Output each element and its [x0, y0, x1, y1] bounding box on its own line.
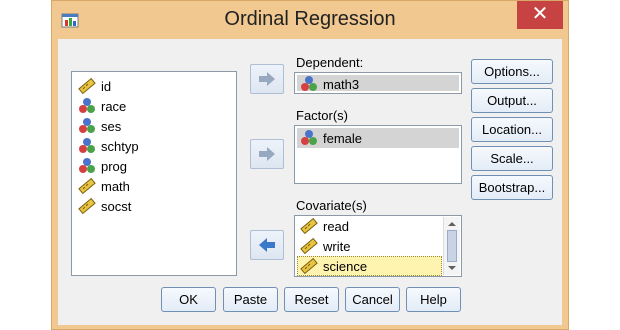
source-variable-item[interactable]: math: [78, 176, 130, 196]
covariate-item-label: read: [323, 218, 350, 234]
nominal-balls-icon: [78, 97, 96, 115]
dialog-window: Ordinal Regression ✕ id race ses schtyp prog…: [51, 0, 569, 330]
covariate-item[interactable]: science: [300, 256, 367, 276]
scroll-up-icon[interactable]: [444, 218, 460, 230]
dependent-field[interactable]: math3: [294, 72, 462, 94]
location-button[interactable]: Location...: [471, 117, 553, 142]
source-variable-item[interactable]: id: [78, 76, 111, 96]
scale-button[interactable]: Scale...: [471, 146, 553, 171]
source-variable-item[interactable]: schtyp: [78, 136, 139, 156]
dependent-value: math3: [323, 76, 360, 92]
source-variable-label: id: [101, 78, 112, 94]
arrow-left-icon: [259, 238, 275, 252]
scale-ruler-icon: [78, 177, 96, 195]
factors-list[interactable]: female: [294, 125, 462, 184]
nominal-balls-icon: [300, 129, 318, 147]
nominal-balls-icon: [78, 137, 96, 155]
move-to-factor-button[interactable]: [250, 139, 284, 169]
bootstrap-button[interactable]: Bootstrap...: [471, 175, 553, 200]
scroll-thumb[interactable]: [447, 230, 457, 262]
covariate-item[interactable]: write: [300, 236, 350, 256]
nominal-balls-icon: [78, 157, 96, 175]
close-button[interactable]: ✕: [517, 1, 563, 29]
source-variable-label: math: [101, 178, 130, 194]
help-button[interactable]: Help: [406, 287, 461, 312]
factor-item[interactable]: female: [300, 128, 362, 148]
source-variable-item[interactable]: race: [78, 96, 126, 116]
arrow-right-icon: [259, 147, 275, 161]
covariates-scrollbar[interactable]: [443, 217, 460, 275]
arrow-right-icon: [259, 72, 275, 86]
dependent-label: Dependent:: [296, 55, 364, 70]
paste-button[interactable]: Paste: [223, 287, 278, 312]
source-variable-label: schtyp: [101, 138, 139, 154]
source-variable-label: ses: [101, 118, 122, 134]
ok-button[interactable]: OK: [161, 287, 216, 312]
options-button[interactable]: Options...: [471, 59, 553, 84]
cancel-button[interactable]: Cancel: [345, 287, 400, 312]
dialog-client: id race ses schtyp prog math socst Dependent:: [58, 39, 562, 325]
scale-ruler-icon: [300, 257, 318, 275]
source-variable-item[interactable]: ses: [78, 116, 121, 136]
source-variable-item[interactable]: prog: [78, 156, 127, 176]
factors-label: Factor(s): [296, 108, 348, 123]
covariate-item-label: write: [323, 238, 351, 254]
nominal-balls-icon: [300, 75, 318, 93]
source-variable-label: race: [101, 98, 127, 114]
source-variable-item[interactable]: socst: [78, 196, 131, 216]
source-variable-list[interactable]: id race ses schtyp prog math socst: [71, 71, 237, 276]
scale-ruler-icon: [78, 197, 96, 215]
scale-ruler-icon: [300, 217, 318, 235]
source-variable-label: prog: [101, 158, 128, 174]
source-variable-label: socst: [101, 198, 132, 214]
title-bar: Ordinal Regression ✕: [52, 1, 568, 39]
move-to-dependent-button[interactable]: [250, 64, 284, 94]
factor-item-label: female: [323, 130, 363, 146]
dependent-item[interactable]: math3: [300, 74, 359, 94]
covariates-label: Covariate(s): [296, 198, 367, 213]
window-title: Ordinal Regression: [224, 8, 396, 30]
move-to-covariate-button[interactable]: [250, 230, 284, 260]
covariates-list[interactable]: read write science: [294, 215, 462, 277]
scale-ruler-icon: [78, 77, 96, 95]
reset-button[interactable]: Reset: [284, 287, 339, 312]
covariate-item[interactable]: read: [300, 216, 349, 236]
nominal-balls-icon: [78, 117, 96, 135]
scroll-down-icon[interactable]: [444, 262, 460, 274]
covariate-item-label: science: [323, 258, 368, 274]
scale-ruler-icon: [300, 237, 318, 255]
output-button[interactable]: Output...: [471, 88, 553, 113]
